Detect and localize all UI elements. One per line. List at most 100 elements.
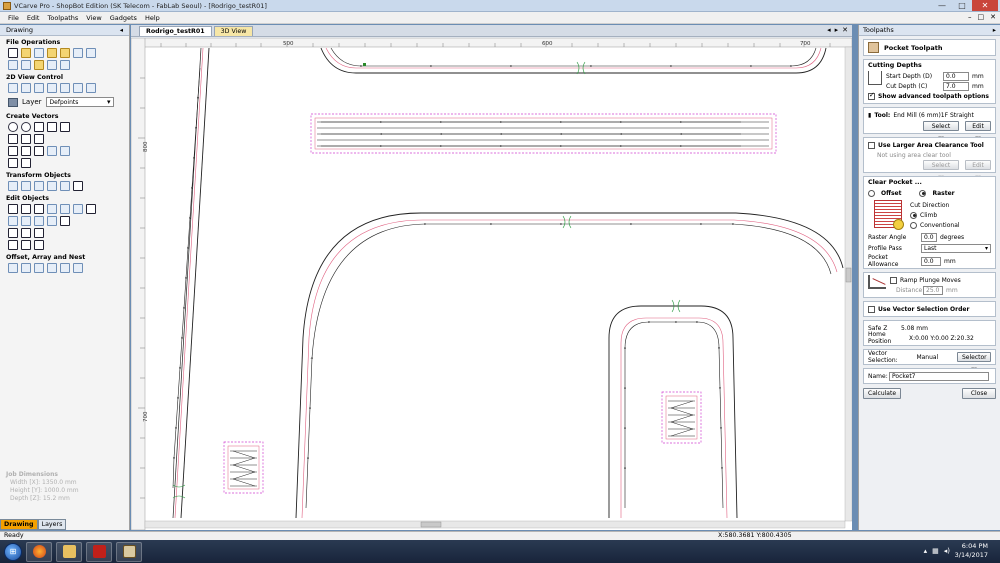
zoom-in-icon[interactable]: [34, 83, 44, 93]
close-panel-button[interactable]: Close: [962, 388, 996, 399]
circular-array-icon[interactable]: [34, 263, 44, 273]
name-input[interactable]: Pocket7: [889, 371, 989, 381]
save-icon[interactable]: [34, 48, 44, 58]
tab-layers[interactable]: Layers: [37, 519, 67, 530]
text-icon[interactable]: [8, 146, 18, 156]
subtract-icon[interactable]: [21, 216, 31, 226]
taskbar-explorer[interactable]: [56, 541, 82, 562]
pocket-allowance-input[interactable]: 0.0: [921, 256, 941, 266]
sketch-icon[interactable]: [8, 158, 18, 168]
tab-scroll-left-icon[interactable]: ◂: [827, 26, 831, 34]
group-icon[interactable]: [47, 204, 57, 214]
scissors-icon[interactable]: [86, 204, 96, 214]
menu-gadgets[interactable]: Gadgets: [106, 12, 141, 23]
maximize-button[interactable]: □: [952, 0, 972, 11]
vertical-scrollbar[interactable]: [844, 46, 853, 522]
new-file-icon[interactable]: [8, 48, 18, 58]
close-button[interactable]: ✕: [972, 0, 998, 11]
climb-radio[interactable]: [910, 211, 917, 219]
import-bitmap-icon[interactable]: [60, 48, 70, 58]
move-icon[interactable]: [8, 181, 18, 191]
rectangle-icon[interactable]: [34, 122, 44, 132]
start-button[interactable]: ⊞: [4, 542, 22, 561]
triangle-icon[interactable]: [21, 228, 31, 238]
cut-icon[interactable]: [8, 60, 18, 70]
mdi-restore-button[interactable]: □: [978, 13, 985, 21]
tool-select-button[interactable]: Select ...: [923, 121, 959, 139]
offset-icon[interactable]: [8, 263, 18, 273]
intersect-icon[interactable]: [34, 216, 44, 226]
ramp-plunge-checkbox[interactable]: [890, 276, 897, 284]
open-file-icon[interactable]: [21, 48, 31, 58]
taskbar-vcarve[interactable]: [116, 541, 142, 562]
tool-edit-button[interactable]: Edit ...: [965, 121, 991, 139]
volume-icon[interactable]: ◂): [944, 547, 950, 555]
selector-button[interactable]: Selector ...: [957, 352, 991, 370]
draw-line-icon[interactable]: [8, 134, 18, 144]
conventional-radio[interactable]: [910, 221, 917, 229]
menu-help[interactable]: Help: [141, 12, 164, 23]
drawing-canvas[interactable]: 500 600 700 800 700: [130, 37, 853, 531]
tray-arrow-icon[interactable]: ▴: [924, 547, 928, 555]
zoom-out-icon[interactable]: [60, 83, 70, 93]
rotate-icon[interactable]: [47, 181, 57, 191]
start-depth-input[interactable]: 0.0: [943, 71, 969, 81]
larger-clearance-checkbox[interactable]: [868, 141, 875, 149]
nest-parts-icon[interactable]: [73, 263, 83, 273]
offset-radio[interactable]: [868, 189, 875, 197]
panel-pin-icon[interactable]: ▸: [993, 26, 996, 34]
menu-toolpaths[interactable]: Toolpaths: [43, 12, 82, 23]
zoom-box-icon[interactable]: [21, 83, 31, 93]
undo-arrow-icon[interactable]: [47, 60, 57, 70]
ramp-distance-input[interactable]: 25.0: [923, 285, 943, 295]
weld-icon[interactable]: [8, 216, 18, 226]
small-left-pocket[interactable]: [223, 441, 264, 494]
join-icon[interactable]: [73, 204, 83, 214]
left-edge-vector[interactable]: [172, 47, 210, 519]
fillet-icon[interactable]: [34, 146, 44, 156]
copy-icon[interactable]: [21, 60, 31, 70]
tab-drawing[interactable]: Drawing: [0, 519, 38, 530]
check-icon[interactable]: [34, 228, 44, 238]
network-icon[interactable]: ▦: [932, 547, 939, 555]
undo-icon[interactable]: [73, 48, 83, 58]
layer-select[interactable]: Defpoints: [45, 97, 114, 107]
ellipse-icon[interactable]: [21, 122, 31, 132]
scale-icon[interactable]: [34, 181, 44, 191]
dogbone-icon[interactable]: [21, 240, 31, 250]
set-position-icon[interactable]: [73, 181, 83, 191]
tab-3d-view[interactable]: 3D View: [213, 26, 254, 36]
profile-pass-select[interactable]: Last ▾: [921, 243, 991, 253]
paste-icon[interactable]: [34, 60, 44, 70]
text-on-curve-icon[interactable]: [21, 146, 31, 156]
draw-curve-icon[interactable]: [21, 134, 31, 144]
raster-radio[interactable]: [919, 189, 927, 197]
bridge-icon[interactable]: [34, 240, 44, 250]
large-arch-vector[interactable]: [295, 212, 844, 519]
trace-bitmap-icon[interactable]: [60, 146, 70, 156]
taskbar-firefox[interactable]: [26, 541, 52, 562]
ungroup-icon[interactable]: [60, 204, 70, 214]
calculate-button[interactable]: Calculate: [863, 388, 901, 399]
redo-icon[interactable]: [86, 48, 96, 58]
rounded-rect-icon[interactable]: [8, 240, 18, 250]
menu-edit[interactable]: Edit: [23, 12, 44, 23]
transform-select-icon[interactable]: [34, 204, 44, 214]
dimension-icon[interactable]: [47, 146, 57, 156]
fit-job-icon[interactable]: [86, 83, 96, 93]
node-select-icon[interactable]: [21, 204, 31, 214]
raster-angle-input[interactable]: 0.0: [921, 232, 937, 242]
mdi-minimize-button[interactable]: –: [968, 13, 972, 21]
mdi-close-button[interactable]: ✕: [990, 13, 996, 21]
nest-icon[interactable]: [60, 263, 70, 273]
star-icon[interactable]: [60, 122, 70, 132]
clearance-select-button[interactable]: Select ...: [923, 160, 959, 178]
arrow-left-icon[interactable]: [8, 228, 18, 238]
import-icon[interactable]: [47, 48, 57, 58]
tab-close-icon[interactable]: ✕: [842, 26, 848, 34]
taskbar-acrobat[interactable]: [86, 541, 112, 562]
top-raster-pocket[interactable]: [310, 113, 777, 154]
minimize-button[interactable]: —: [932, 0, 952, 11]
redo-arrow-icon[interactable]: [60, 60, 70, 70]
trim-icon[interactable]: [60, 216, 70, 226]
